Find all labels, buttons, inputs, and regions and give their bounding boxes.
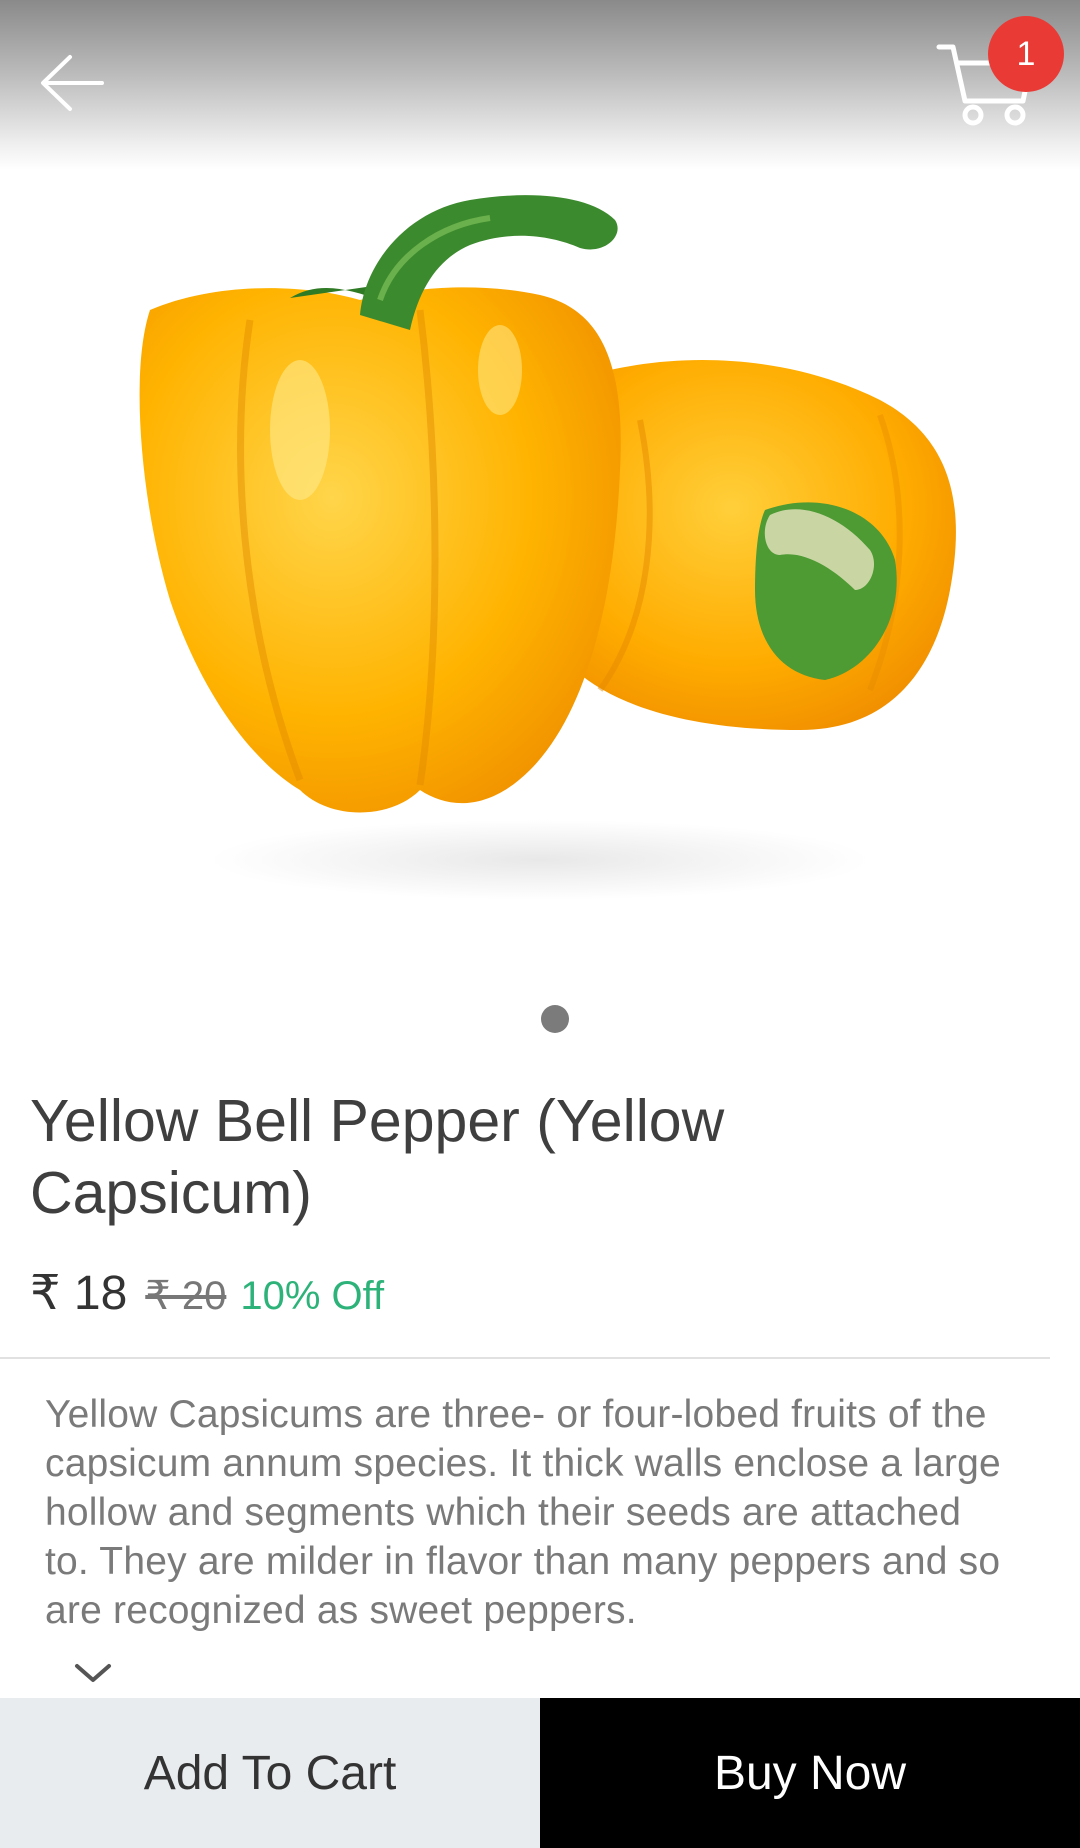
arrow-left-icon xyxy=(41,55,104,111)
divider xyxy=(0,1357,1050,1359)
carousel-indicator-dot[interactable] xyxy=(541,1005,569,1033)
back-button[interactable] xyxy=(30,40,120,130)
original-price: ₹ 20 xyxy=(145,1274,227,1318)
cart-count-badge: 1 xyxy=(988,16,1064,92)
selling-price: ₹ 18 xyxy=(30,1267,128,1320)
bottom-action-bar: Add To Cart Buy Now xyxy=(0,1698,1080,1848)
buy-now-button[interactable]: Buy Now xyxy=(540,1698,1080,1848)
chevron-down-icon xyxy=(75,1664,111,1682)
product-description: Yellow Capsicums are three- or four-lobe… xyxy=(45,1393,1001,1632)
expand-description-button[interactable] xyxy=(72,1658,114,1688)
price-row: ₹ 18 ₹ 20 10% Off xyxy=(30,1265,384,1335)
yellow-bell-pepper-image xyxy=(139,195,956,900)
top-app-bar: 1 xyxy=(0,0,1080,170)
add-to-cart-button[interactable]: Add To Cart xyxy=(0,1698,540,1848)
product-image-carousel[interactable] xyxy=(0,170,1080,990)
product-title: Yellow Bell Pepper (Yellow Capsicum) xyxy=(30,1088,725,1226)
discount-label: 10% Off xyxy=(240,1274,385,1318)
